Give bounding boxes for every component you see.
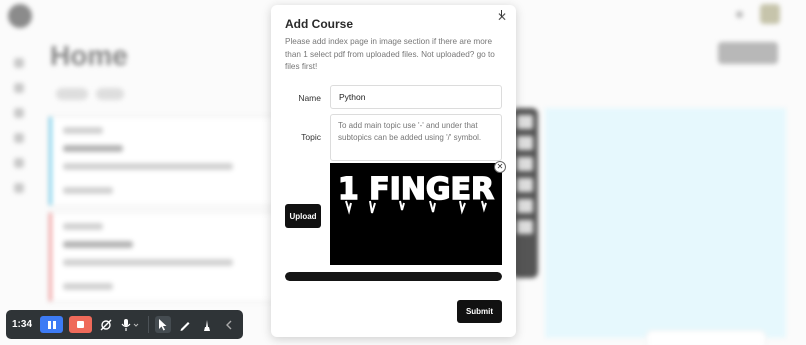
add-course-modal: Add Course ✕ Please add index page in im…: [271, 5, 516, 337]
collapse-chevron-icon[interactable]: [221, 316, 237, 333]
upload-progress-fill: [285, 272, 502, 281]
sidebar-icon: [14, 183, 24, 193]
recording-timer: 1:34: [12, 319, 33, 330]
screen-recorder-toolbar: 1:34: [6, 310, 243, 339]
modal-description: Please add index page in image section i…: [285, 37, 495, 71]
topic-label: Topic: [301, 132, 321, 142]
camera-off-icon[interactable]: [98, 316, 114, 333]
sidebar-icon: [14, 108, 24, 118]
stop-icon[interactable]: [69, 316, 92, 333]
upload-progress-bar: [285, 272, 502, 281]
filter-pill: [56, 88, 88, 100]
upload-button[interactable]: Upload: [285, 204, 321, 228]
pause-icon[interactable]: [40, 316, 63, 333]
microphone-icon[interactable]: [120, 316, 142, 333]
background-add-button: [718, 42, 778, 64]
sidebar-icon: [14, 133, 24, 143]
background-card: [646, 330, 766, 345]
background-preview-panel: [545, 108, 786, 338]
name-input[interactable]: [330, 85, 502, 109]
course-card: [48, 212, 276, 302]
image-preview: 1 FINGER: [330, 163, 502, 265]
pointer-icon[interactable]: [155, 316, 171, 333]
sidebar-icon: [14, 83, 24, 93]
preview-caption: 1 FINGER: [338, 172, 494, 207]
modal-title: Add Course: [285, 17, 354, 31]
pen-icon[interactable]: [177, 316, 193, 333]
sidebar-icon: [14, 58, 24, 68]
topic-textarea[interactable]: [330, 114, 502, 161]
notification-icon: [736, 11, 743, 18]
toolbar-divider: [148, 316, 149, 333]
text-cursor-icon: I: [500, 9, 503, 20]
sidebar: [14, 58, 28, 208]
page-title: Home: [50, 40, 128, 71]
filter-pill: [96, 88, 124, 100]
user-avatar: [760, 4, 780, 24]
highlighter-icon[interactable]: [199, 316, 215, 333]
submit-button[interactable]: Submit: [457, 300, 502, 323]
name-label: Name: [298, 93, 321, 103]
preview-image: 1 FINGER: [330, 163, 502, 265]
close-circle-icon[interactable]: ✕: [494, 161, 506, 173]
app-avatar: [8, 4, 32, 28]
course-card: [48, 116, 276, 206]
sidebar-icon: [14, 158, 24, 168]
